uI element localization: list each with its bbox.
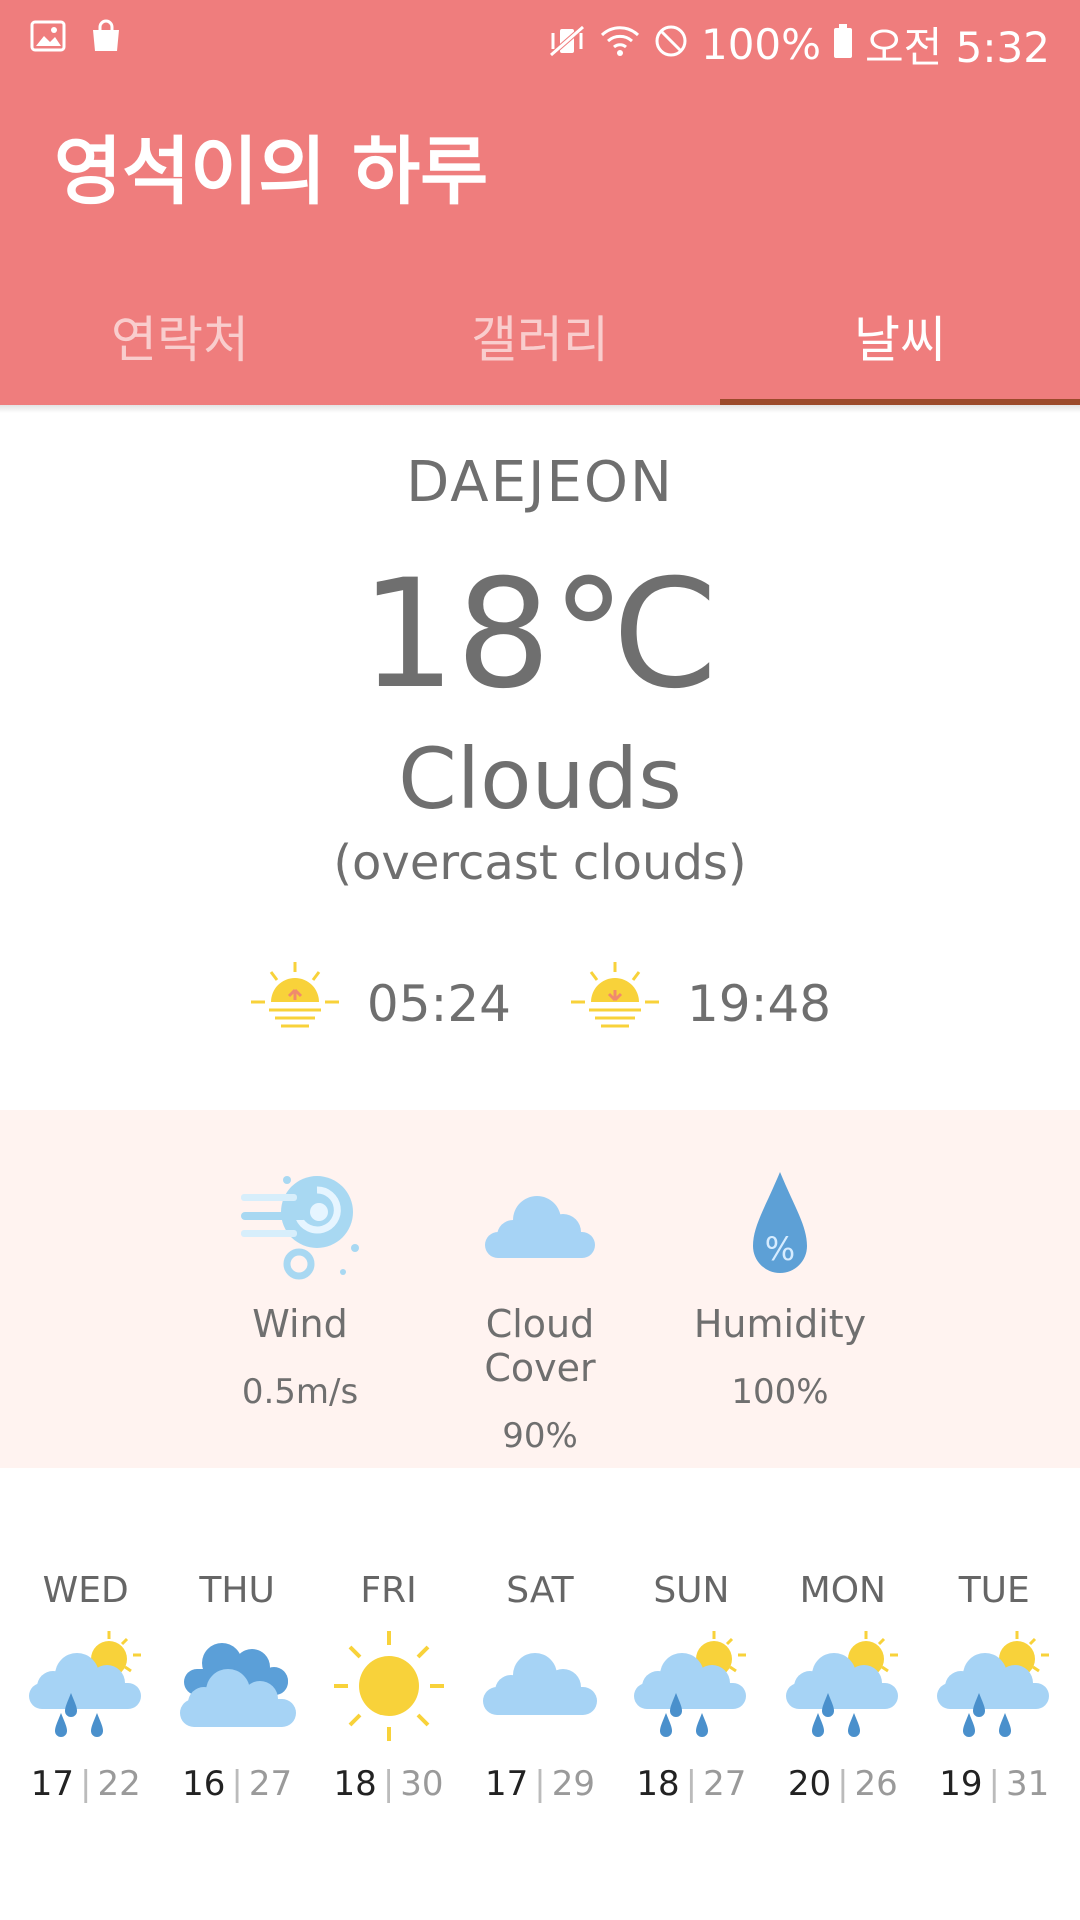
- cloud-icon: [475, 1196, 605, 1292]
- forecast-max: 22: [97, 1764, 141, 1804]
- forecast-day-name: TUE: [958, 1570, 1030, 1611]
- tab-contacts[interactable]: 연락처: [0, 290, 360, 405]
- forecast-day: THU 16 | 27: [167, 1570, 307, 1804]
- humidity-drop-icon: %: [715, 1172, 845, 1292]
- forecast-min: 18: [636, 1764, 680, 1804]
- forecast-min: 19: [939, 1764, 983, 1804]
- status-bar: 100% 오전 5:32: [0, 0, 1080, 80]
- forecast-temps: 17 | 29: [484, 1764, 595, 1804]
- humidity-label: Humidity: [693, 1302, 867, 1346]
- detail-humidity: % Humidity 100%: [670, 1168, 890, 1412]
- detail-wind: Wind 0.5m/s: [190, 1168, 410, 1412]
- forecast-day: TUE 19 | 31: [924, 1570, 1064, 1804]
- sunrise-icon: [249, 960, 341, 1048]
- forecast-temps: 16 | 27: [182, 1764, 293, 1804]
- app-header: 100% 오전 5:32 영석이의 하루 연락처 갤러리 날씨: [0, 0, 1080, 405]
- forecast-day: SUN 18 | 27: [621, 1570, 761, 1804]
- forecast-day-name: THU: [199, 1570, 275, 1611]
- tab-bar: 연락처 갤러리 날씨: [0, 290, 1080, 405]
- forecast-max: 31: [1005, 1764, 1050, 1804]
- wind-value: 0.5m/s: [241, 1372, 359, 1412]
- sunrise-time: 05:24: [366, 975, 511, 1033]
- forecast-temps: 18 | 27: [636, 1764, 747, 1804]
- sun-icon: [319, 1629, 459, 1744]
- battery-icon: [833, 20, 853, 69]
- tab-weather[interactable]: 날씨: [720, 290, 1080, 405]
- forecast-temps: 20 | 26: [787, 1764, 898, 1804]
- rain-sun-icon: [773, 1629, 913, 1744]
- current-temperature: 18℃: [360, 548, 720, 722]
- gallery-notification-icon: [30, 18, 66, 58]
- rain-sun-icon: [16, 1629, 156, 1744]
- weekly-forecast: WED 17 | 22 THU 16 | 27 FRI 18 | 30 SAT …: [0, 1570, 1080, 1804]
- sunset-time: 19:48: [687, 975, 832, 1033]
- forecast-day-name: SAT: [506, 1570, 574, 1611]
- weather-condition: Clouds: [398, 730, 682, 828]
- forecast-day-name: MON: [799, 1570, 886, 1611]
- forecast-min: 17: [484, 1764, 529, 1804]
- sun-times: 05:24 19:48: [0, 960, 1080, 1048]
- forecast-day-name: FRI: [360, 1570, 417, 1611]
- tab-gallery[interactable]: 갤러리: [360, 290, 720, 405]
- forecast-day: MON 20 | 26: [773, 1570, 913, 1804]
- weather-details-panel: Wind 0.5m/s Cloud Cover 90% % Humidity 1…: [0, 1110, 1080, 1468]
- svg-text:%: %: [765, 1230, 795, 1268]
- do-not-disturb-icon: [653, 20, 689, 69]
- city-name: DAEJEON: [406, 450, 674, 515]
- forecast-temps: 18 | 30: [333, 1764, 444, 1804]
- shopping-bag-icon: [88, 18, 124, 58]
- humidity-value: 100%: [731, 1372, 829, 1412]
- rain-sun-icon: [924, 1629, 1064, 1744]
- wind-icon: [235, 1176, 365, 1292]
- forecast-min: 17: [30, 1764, 74, 1804]
- forecast-day: FRI 18 | 30: [319, 1570, 459, 1804]
- cloud-cover-value: 90%: [502, 1416, 578, 1456]
- forecast-max: 30: [400, 1764, 444, 1804]
- vibrate-mute-icon: [547, 20, 587, 69]
- detail-cloud-cover: Cloud Cover 90%: [430, 1168, 650, 1456]
- forecast-day: WED 17 | 22: [16, 1570, 156, 1804]
- wind-label: Wind: [252, 1302, 348, 1346]
- forecast-max: 29: [551, 1764, 595, 1804]
- app-title: 영석이의 하루: [54, 129, 489, 215]
- forecast-max: 26: [854, 1764, 898, 1804]
- weather-description: (overcast clouds): [333, 835, 747, 891]
- sunset-icon: [569, 960, 661, 1048]
- forecast-temps: 19 | 31: [939, 1764, 1050, 1804]
- clouds-icon: [167, 1629, 307, 1744]
- forecast-day-name: SUN: [653, 1570, 730, 1611]
- wifi-icon: [599, 20, 641, 69]
- forecast-min: 20: [787, 1764, 832, 1804]
- header-shadow: [0, 405, 1080, 413]
- cloud-icon: [470, 1629, 610, 1744]
- forecast-temps: 17 | 22: [30, 1764, 141, 1804]
- forecast-day: SAT 17 | 29: [470, 1570, 610, 1804]
- forecast-max: 27: [248, 1764, 293, 1804]
- rain-sun-icon: [621, 1629, 761, 1744]
- forecast-min: 18: [333, 1764, 377, 1804]
- forecast-max: 27: [703, 1764, 747, 1804]
- cloud-cover-label: Cloud Cover: [484, 1302, 596, 1390]
- battery-percent: 100%: [700, 20, 822, 69]
- status-time: 오전 5:32: [865, 23, 1050, 72]
- forecast-day-name: WED: [42, 1570, 129, 1611]
- forecast-min: 16: [182, 1764, 226, 1804]
